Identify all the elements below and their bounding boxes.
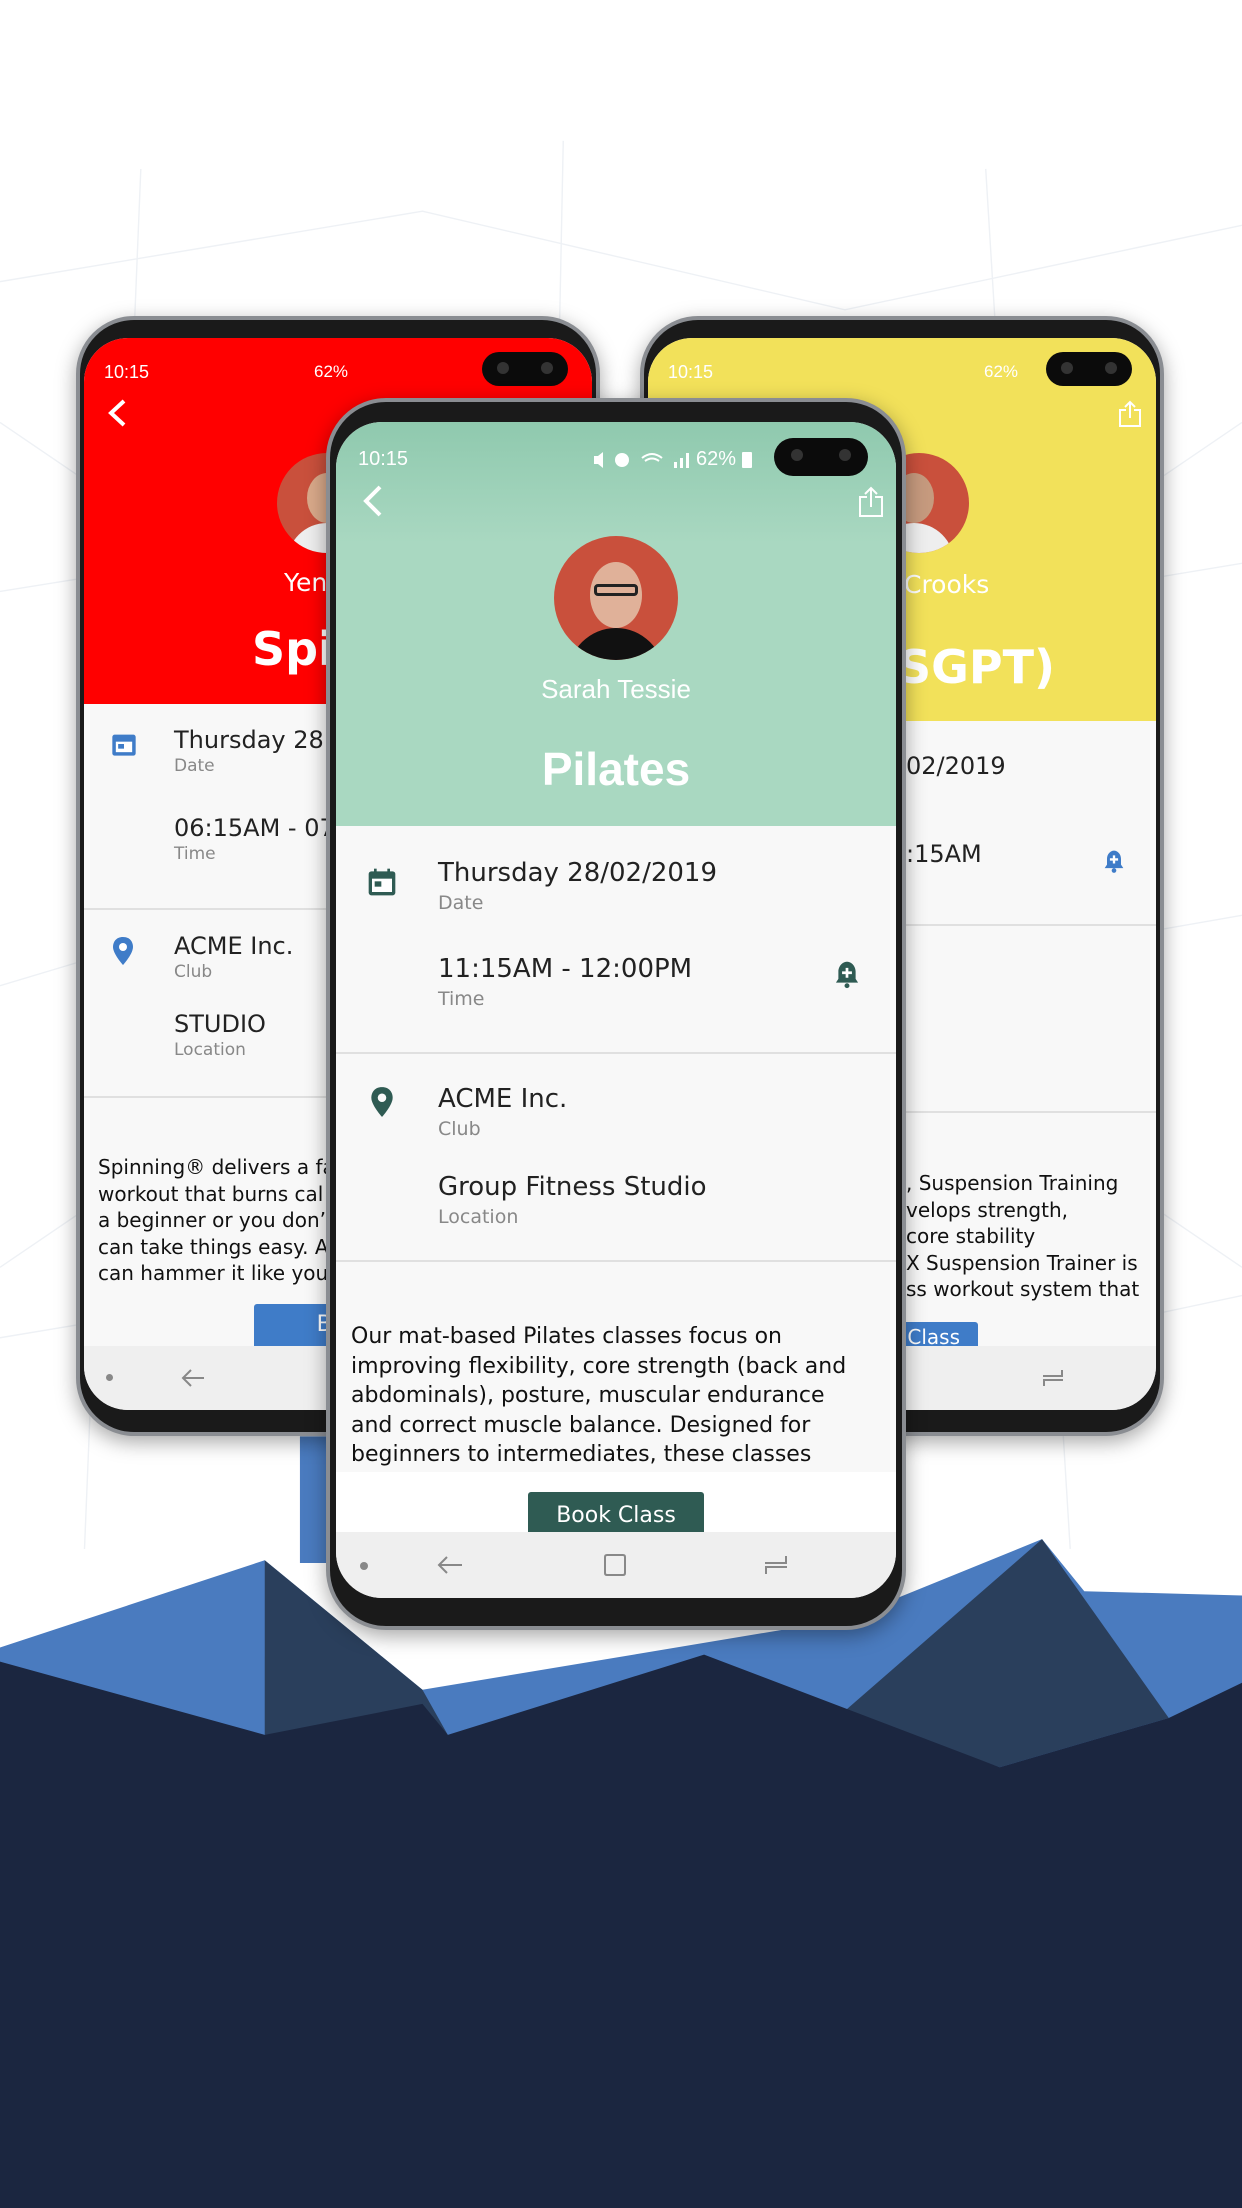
description-line: can hammer it like you (98, 1261, 329, 1285)
location-label: Location (438, 1206, 519, 1228)
nav-home-icon[interactable] (602, 1552, 628, 1578)
date-value: Thursday 28 (174, 726, 324, 754)
calendar-icon (112, 734, 136, 756)
description-line: , Suspension Training (906, 1171, 1119, 1195)
status-battery: 62% (314, 362, 349, 381)
back-arrow-icon[interactable] (104, 398, 130, 428)
description-line: abdominals), posture, muscular endurance (351, 1383, 825, 1408)
trainer-avatar (554, 536, 678, 660)
date-value: 02/2019 (906, 752, 1006, 780)
nav-recents-icon[interactable] (762, 1552, 790, 1578)
back-arrow-icon[interactable] (360, 484, 386, 518)
location-value: Group Fitness Studio (438, 1172, 707, 1202)
time-value: 11:15AM - 12:00PM (438, 954, 693, 984)
promo-canvas: 10:15 62% Yen Spin Thursday 28 Date 06:1… (0, 0, 1242, 2208)
description-line: velops strength, (906, 1197, 1069, 1222)
club-value: ACME Inc. (174, 932, 294, 960)
nav-recents-icon[interactable] (1040, 1366, 1066, 1390)
location-pin-icon (113, 937, 133, 965)
status-battery: 62% (984, 362, 1019, 381)
share-icon[interactable] (858, 486, 884, 518)
date-value: Thursday 28/02/2019 (438, 858, 718, 888)
description-line: X Suspension Trainer is (906, 1250, 1138, 1275)
description-line: can take things easy. A (98, 1234, 329, 1259)
class-description: Our mat-based Pilates classes focus on i… (351, 1322, 846, 1470)
club-value: ACME Inc. (438, 1084, 568, 1114)
date-label: Date (438, 892, 484, 914)
description-line: Spinning® delivers a fa (98, 1155, 335, 1179)
status-battery: 62% (696, 448, 737, 470)
camera-cutout (482, 352, 568, 386)
nav-back-icon[interactable] (180, 1366, 206, 1390)
divider (336, 1052, 896, 1054)
bell-plus-icon[interactable] (1100, 846, 1128, 874)
bell-plus-icon[interactable] (832, 958, 862, 990)
divider (336, 1260, 896, 1262)
book-class-button[interactable]: Book Class (528, 1492, 704, 1532)
time-value: 06:15AM - 07 (174, 814, 335, 842)
class-description: Spinning® delivers a fa workout that bur… (98, 1154, 335, 1287)
description-line: Our mat-based Pilates classes focus on (351, 1324, 782, 1349)
camera-cutout (1046, 352, 1132, 386)
battery-icon (742, 452, 752, 468)
share-icon[interactable] (1118, 400, 1142, 428)
location-label: Location (174, 1040, 246, 1060)
status-time: 10:15 (668, 362, 714, 382)
status-time: 10:15 (358, 448, 409, 470)
nav-back-icon[interactable] (436, 1552, 464, 1578)
class-title: Pilates (541, 743, 691, 795)
description-line: improving flexibility, core strength (ba… (351, 1353, 847, 1379)
description-line: ss workout system that (906, 1277, 1140, 1301)
trainer-name: Crooks (904, 570, 990, 599)
time-value: :15AM (906, 840, 982, 868)
class-description: , Suspension Training velops strength, c… (906, 1170, 1139, 1303)
trainer-name: Yen (284, 568, 328, 597)
nav-dot-icon (360, 1562, 368, 1570)
camera-cutout (774, 438, 868, 476)
club-label: Club (174, 962, 213, 982)
location-pin-icon (371, 1087, 393, 1117)
description-line: a beginner or you don’ (98, 1208, 326, 1232)
trainer-name: Sarah Tessie (541, 674, 691, 704)
description-line: core stability (906, 1224, 1036, 1248)
status-icons (594, 452, 689, 468)
description-line: beginners to intermediates, these classe… (351, 1442, 812, 1467)
time-label: Time (438, 988, 485, 1010)
club-label: Club (438, 1118, 481, 1140)
description-line: and correct muscle balance. Designed for (351, 1412, 811, 1438)
android-nav-bar (336, 1532, 896, 1598)
date-label: Date (174, 756, 215, 776)
time-label: Time (174, 844, 216, 864)
calendar-icon (368, 868, 396, 896)
center-phone-screen: 10:15 62% Sarah Tessie Pilates Thursday … (336, 422, 896, 1598)
status-time: 10:15 (104, 362, 150, 382)
nav-dot-icon (106, 1374, 113, 1381)
description-line: workout that burns cal (98, 1181, 324, 1206)
center-phone: 10:15 62% Sarah Tessie Pilates Thursday … (326, 398, 906, 1630)
location-value: STUDIO (174, 1010, 266, 1038)
class-title: SGPT) (898, 640, 1056, 694)
